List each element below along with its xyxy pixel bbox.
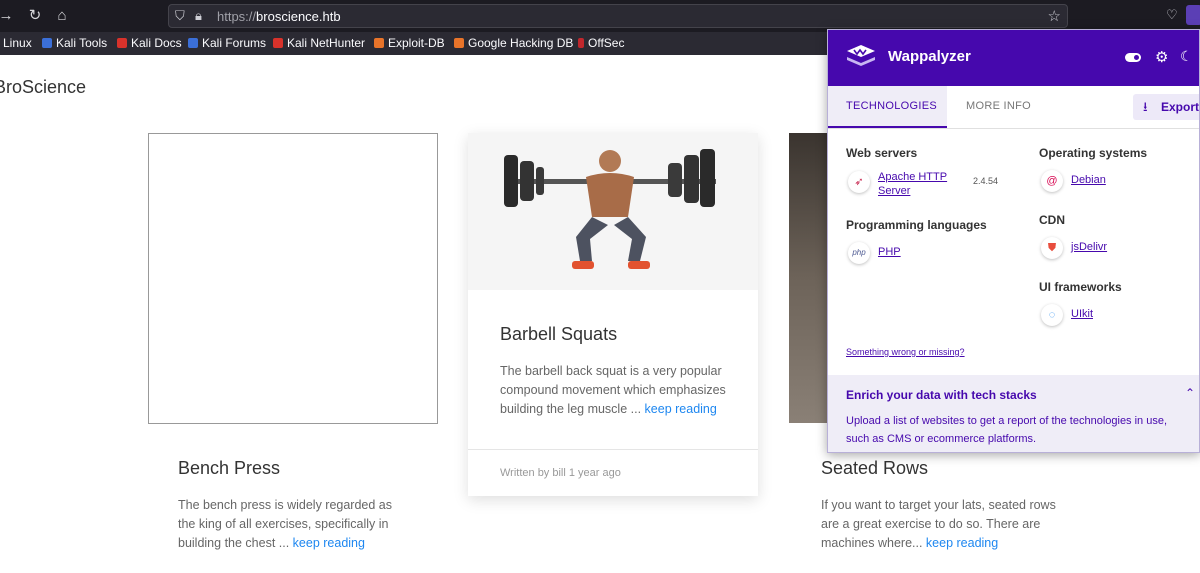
offsec-icon xyxy=(578,38,584,48)
article-title[interactable]: Barbell Squats xyxy=(500,324,617,345)
keep-reading-link[interactable]: keep reading xyxy=(926,536,998,550)
browser-toolbar: → ↻ ⌂ ⛉ 🔒︎ https://broscience.htb ☆ ♡ xyxy=(0,0,1200,32)
export-button[interactable]: ⭳ Export xyxy=(1133,94,1199,120)
wappalyzer-popup: Wappalyzer ⚙ ☾ TECHNOLOGIES MORE INFO ⭳ … xyxy=(827,29,1200,453)
article-title[interactable]: Seated Rows xyxy=(821,458,928,479)
pocket-icon[interactable]: ♡ xyxy=(1166,7,1178,23)
download-icon: ⭳ xyxy=(1143,99,1148,114)
url-bar[interactable]: ⛉ 🔒︎ https://broscience.htb ☆ xyxy=(168,4,1068,28)
apache-feather-icon: ➶ xyxy=(848,171,870,193)
jsdelivr-shield-icon: ⛊ xyxy=(1041,237,1063,259)
reload-icon[interactable]: ↻ xyxy=(25,6,45,26)
bookmark-kali-docs[interactable]: Kali Docs xyxy=(117,36,182,50)
keep-reading-link[interactable]: keep reading xyxy=(293,536,365,550)
tab-more-info[interactable]: MORE INFO xyxy=(966,100,1031,112)
squat-illustration xyxy=(504,149,716,269)
article-image xyxy=(789,133,829,423)
google-hacking-db-icon xyxy=(454,38,464,48)
article-card-bench-press: Bench Press The bench press is widely re… xyxy=(148,133,438,573)
kali-forums-icon xyxy=(188,38,198,48)
tab-technologies[interactable]: TECHNOLOGIES xyxy=(828,86,947,128)
wappalyzer-logo-icon xyxy=(847,45,875,66)
article-meta: Written by bill 1 year ago xyxy=(500,467,621,479)
kali-nethunter-icon xyxy=(273,38,283,48)
category-cdn: CDN xyxy=(1039,213,1065,227)
exploit-db-icon xyxy=(374,38,384,48)
bookmark-kali-linux[interactable]: i Linux xyxy=(0,36,32,50)
shield-icon[interactable]: ⛉ xyxy=(175,8,185,24)
home-icon[interactable]: ⌂ xyxy=(52,6,72,26)
uikit-icon: ◌ xyxy=(1041,304,1063,326)
article-image-squat xyxy=(468,133,758,290)
keep-reading-link[interactable]: keep reading xyxy=(645,402,717,416)
bookmark-offsec[interactable]: OffSec xyxy=(578,36,624,50)
gear-icon[interactable]: ⚙ xyxy=(1155,48,1168,66)
wappalyzer-extension-icon[interactable] xyxy=(1186,5,1200,25)
moon-icon[interactable]: ☾ xyxy=(1180,48,1193,65)
article-image xyxy=(148,133,438,424)
enrich-description: Upload a list of websites to get a repor… xyxy=(846,415,1168,445)
tech-version: 2.4.54 xyxy=(973,176,999,186)
bookmark-google-hacking-db[interactable]: Google Hacking DB xyxy=(454,36,573,50)
category-operating-systems: Operating systems xyxy=(1039,146,1148,160)
article-excerpt: If you want to target your lats, seated … xyxy=(821,498,1056,550)
wappalyzer-header: Wappalyzer ⚙ ☾ xyxy=(828,30,1199,86)
article-excerpt: The barbell back squat is a very popular… xyxy=(500,364,726,416)
debian-swirl-icon: @ xyxy=(1041,170,1063,192)
php-icon: php xyxy=(848,242,870,264)
enrich-panel: Enrich your data with tech stacks ⌃ Uplo… xyxy=(828,375,1199,452)
kali-docs-icon xyxy=(117,38,127,48)
category-ui-frameworks: UI frameworks xyxy=(1039,280,1122,294)
url-text[interactable]: https://broscience.htb xyxy=(217,9,341,24)
kali-tools-icon xyxy=(42,38,52,48)
card-divider xyxy=(468,449,758,450)
bookmark-kali-nethunter[interactable]: Kali NetHunter xyxy=(273,36,365,50)
wappalyzer-title: Wappalyzer xyxy=(888,48,971,65)
enrich-title[interactable]: Enrich your data with tech stacks xyxy=(846,388,1037,402)
bookmark-exploit-db[interactable]: Exploit-DB xyxy=(374,36,445,50)
category-programming-languages: Programming languages xyxy=(846,218,987,232)
article-excerpt: The bench press is widely regarded as th… xyxy=(178,498,393,550)
category-web-servers: Web servers xyxy=(846,146,918,160)
toggle-icon[interactable] xyxy=(1125,53,1141,62)
chevron-up-icon[interactable]: ⌃ xyxy=(1185,386,1195,400)
lock-icon[interactable]: 🔒︎ xyxy=(195,8,202,24)
bookmark-kali-forums[interactable]: Kali Forums xyxy=(188,36,266,50)
bookmark-kali-tools[interactable]: Kali Tools xyxy=(42,36,107,50)
site-title[interactable]: BroScience xyxy=(0,77,86,98)
wappalyzer-tabs: TECHNOLOGIES MORE INFO ⭳ Export xyxy=(828,86,1199,129)
something-wrong-link[interactable]: Something wrong or missing? xyxy=(846,347,965,357)
article-card-barbell-squats: Barbell Squats The barbell back squat is… xyxy=(468,133,758,496)
star-icon[interactable]: ☆ xyxy=(1048,7,1061,25)
forward-icon[interactable]: → xyxy=(0,6,16,26)
article-title[interactable]: Bench Press xyxy=(178,458,280,479)
